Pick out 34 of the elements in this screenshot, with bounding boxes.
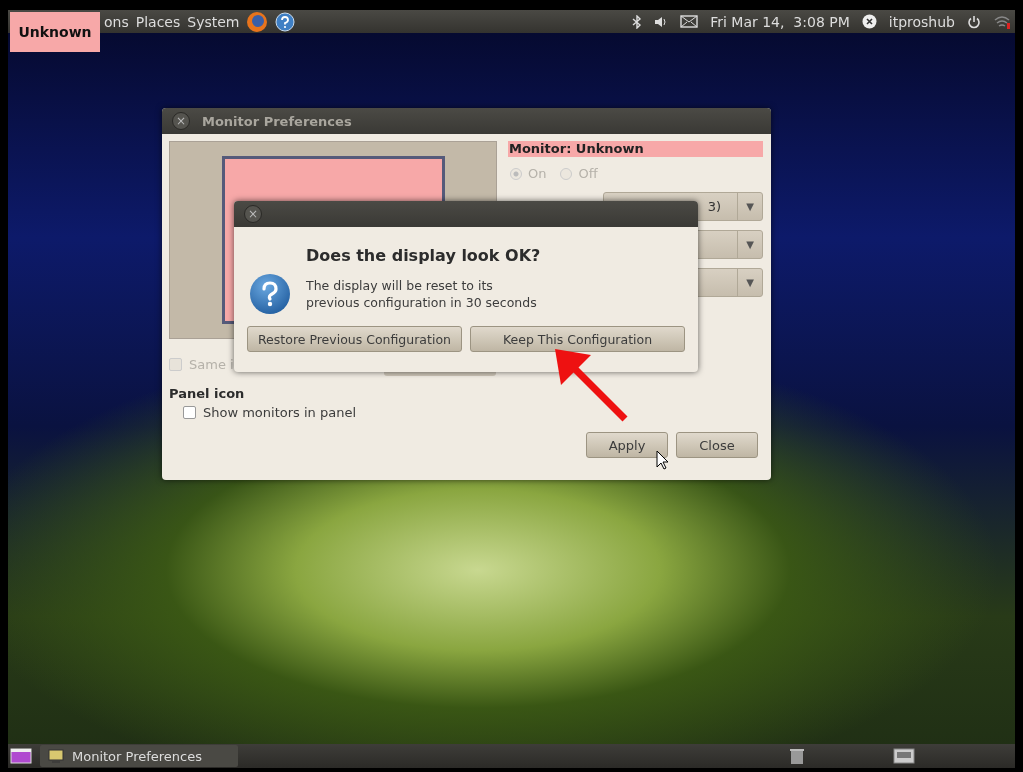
taskbar-item[interactable]: Monitor Preferences: [40, 745, 238, 767]
monitor-name-label: Monitor: Unknown: [508, 141, 763, 157]
show-desktop-icon[interactable]: [10, 748, 32, 764]
clock[interactable]: Fri Mar 14, 3:08 PM: [710, 13, 850, 30]
window-title: Monitor Preferences: [202, 113, 352, 129]
dialog-message: previous configuration in 30 seconds: [306, 294, 538, 311]
show-monitors-checkbox[interactable]: Show monitors in panel: [183, 405, 771, 420]
power-icon[interactable]: [967, 14, 981, 29]
envelope-icon[interactable]: [680, 15, 699, 28]
panel-menu[interactable]: Places: [135, 13, 181, 30]
dialog-button[interactable]: Close: [676, 432, 758, 458]
wifi-icon[interactable]: [993, 14, 1011, 29]
section-heading: Panel icon: [169, 386, 246, 401]
dialog-message: The display will be reset to its: [306, 277, 494, 294]
help-icon[interactable]: [275, 11, 296, 32]
monitor-name-overlay: Unknown: [10, 12, 100, 52]
dialog-button[interactable]: Restore Previous Configuration: [247, 326, 462, 352]
workspace-switcher-icon[interactable]: [893, 748, 915, 764]
question-icon: [249, 273, 291, 315]
speaker-icon[interactable]: [654, 15, 669, 28]
dialog-button[interactable]: Apply: [586, 432, 668, 458]
browser-globe-icon[interactable]: [246, 10, 269, 33]
mouse-pointer-icon: [656, 450, 670, 470]
panel-menu[interactable]: System: [187, 13, 240, 30]
dialog-heading: Does the display look OK?: [306, 246, 541, 265]
close-button[interactable]: ×: [244, 205, 262, 223]
user-name[interactable]: itproshub: [888, 13, 955, 30]
user-status-icon[interactable]: [861, 14, 877, 29]
panel-menu[interactable]: ons: [104, 13, 129, 30]
bluetooth-icon[interactable]: [632, 14, 643, 29]
trash-icon[interactable]: [789, 747, 805, 765]
close-button[interactable]: ×: [172, 112, 190, 130]
dialog-button[interactable]: Keep This Configuration: [470, 326, 685, 352]
monitor-icon: [48, 749, 64, 763]
